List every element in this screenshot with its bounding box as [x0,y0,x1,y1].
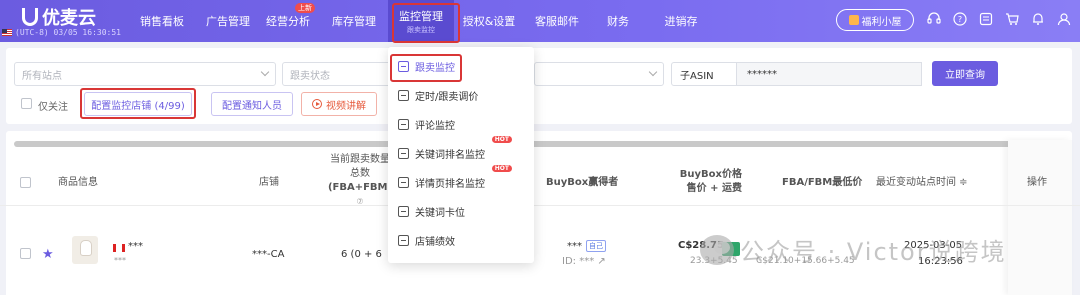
product-thumbnail[interactable] [72,236,98,264]
wechat-logo-icon [700,234,734,265]
row-shop: ***-CA [252,249,285,260]
product-title[interactable]: *** [128,241,143,252]
status-select[interactable]: 跟卖状态 [282,62,392,86]
row-checkbox[interactable] [20,248,31,259]
comment-icon [398,119,409,130]
highlight-frame-config [80,88,196,119]
header-divider [0,205,1080,206]
product-subtitle: *** [114,256,126,265]
brand-logo-icon [22,8,38,26]
nav-sales-dashboard[interactable]: 销售看板 [124,0,200,42]
site-select[interactable]: 所有站点 [14,62,276,86]
asin-search-input[interactable]: ****** [737,62,922,86]
nav-ads[interactable]: 广告管理 [200,0,256,42]
nav-finance[interactable]: 财务 [590,0,646,42]
external-link-icon[interactable]: ↗ [597,256,605,267]
results-table [6,131,1072,295]
header-min-price[interactable]: FBA/FBM最低价 [782,176,862,190]
top-nav-bar: 优麦云 (UTC-8) 03/05 16:30:51 销售看板 广告管理 上新 … [0,0,1080,42]
menu-item-detail-rank[interactable]: 详情页排名监控 HOT [388,165,534,197]
nav-inventory[interactable]: 库存管理 [320,0,388,42]
welfare-button[interactable]: 福利小屋 [836,9,914,31]
chevron-down-icon [260,67,270,77]
nav-customer-mail[interactable]: 客服邮件 [524,0,590,42]
header-ops: 操作 [1027,177,1047,188]
svg-text:?: ? [958,15,962,24]
extra-select[interactable] [534,62,664,86]
clock-icon [398,90,409,101]
video-guide-button[interactable]: 视频讲解 [301,92,377,116]
watermark: 公众号 · Victor说跨境 [700,232,1007,267]
headset-icon[interactable] [926,11,942,27]
slot-icon [398,206,409,217]
brand-logo[interactable]: 优麦云 [22,4,96,30]
chevron-down-icon [648,67,658,77]
us-flag-icon [2,29,12,36]
header-buybox-owner: BuyBox赢得者 [546,177,619,188]
keyword-icon [398,148,409,159]
header-shop: 店铺 [259,177,279,188]
brand-name: 优麦云 [42,8,96,29]
config-notify-button[interactable]: 配置通知人员 [211,92,293,116]
row-buybox-owner-id: ID: *** ↗ [562,256,606,267]
help-icon[interactable]: ? [952,11,968,27]
row-buybox-owner: *** 自己 [567,240,606,252]
select-all-checkbox[interactable] [20,177,31,188]
user-icon[interactable] [1056,11,1072,27]
play-icon [312,99,322,109]
ops-column [1008,140,1072,295]
performance-icon [398,235,409,246]
cart-icon[interactable] [1004,11,1020,27]
timezone-clock: (UTC-8) 03/05 16:30:51 [2,28,121,37]
only-follow-label: 仅关注 [38,102,68,113]
menu-item-keyword-slot[interactable]: 关键词卡位 [388,197,534,226]
menu-item-shop-performance[interactable]: 店铺绩效 [388,226,534,255]
self-tag: 自己 [586,240,606,252]
menu-item-keyword-rank[interactable]: 关键词排名监控 HOT [388,136,534,168]
highlight-frame-menu-item [390,54,462,82]
query-button[interactable]: 立即查询 [932,61,998,86]
row-follow-count[interactable]: 6 (0 + 6 [341,249,382,260]
detail-page-icon [398,177,409,188]
gift-icon [848,15,859,25]
filter-panel: 所有站点 跟卖状态 子ASIN ****** 立即查询 仅关注 配置监控店铺 (… [6,48,1072,124]
highlight-frame-nav [392,3,460,43]
new-badge: 上新 [295,3,315,13]
nav-business-analysis[interactable]: 上新 经营分析 [256,0,320,42]
menu-item-timed-reprice[interactable]: 定时/跟卖调价 [388,81,534,110]
header-last-change[interactable]: 最近变动站点时间 ≑ [876,176,968,190]
header-product: 商品信息 [58,177,98,188]
header-buybox-price: BuyBox价格 售价 + 运费 [679,169,742,194]
notes-icon[interactable] [978,11,994,27]
star-icon[interactable]: ★ [42,247,54,262]
nav-auth-settings[interactable]: 授权&设置 [454,0,524,42]
hot-badge: HOT [491,165,512,172]
only-follow-checkbox[interactable] [21,98,32,109]
nav-purchase-sales-inventory[interactable]: 进销存 [646,0,716,42]
hot-badge: HOT [491,136,512,143]
asin-type-select[interactable]: 子ASIN [671,62,737,86]
ca-flag-icon [113,244,125,252]
bell-icon[interactable] [1030,11,1046,27]
top-icon-group: ? [926,11,1072,27]
menu-item-review-monitor[interactable]: 评论监控 [388,110,534,139]
